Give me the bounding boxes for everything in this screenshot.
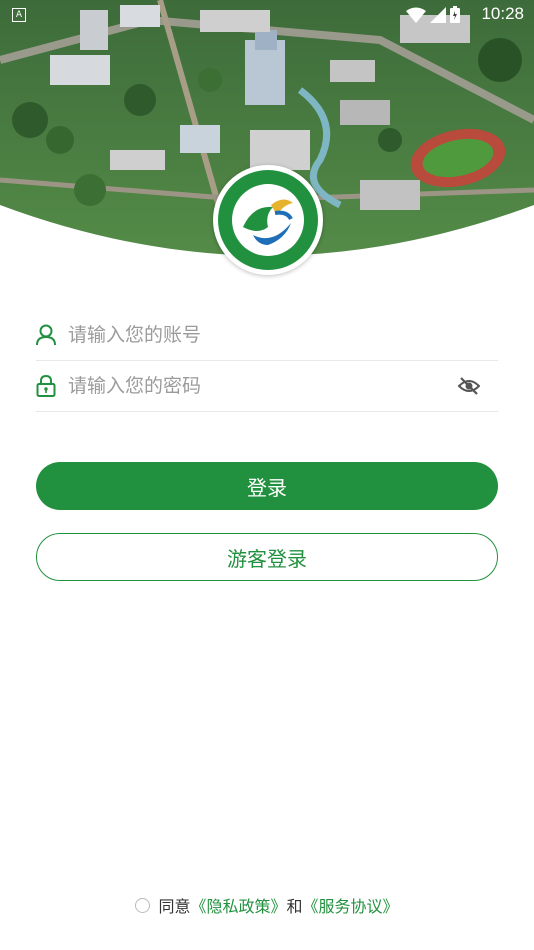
account-field bbox=[36, 310, 498, 361]
college-logo bbox=[213, 165, 323, 275]
agreement-row: 同意 《隐私政策》 和 《服务协议》 bbox=[0, 893, 534, 917]
battery-icon bbox=[450, 6, 460, 23]
login-form bbox=[36, 310, 498, 412]
guest-login-button[interactable]: 游客登录 bbox=[36, 533, 498, 581]
agree-and: 和 bbox=[286, 897, 303, 916]
status-icons bbox=[406, 6, 460, 23]
service-agreement-link[interactable]: 《服务协议》 bbox=[303, 893, 399, 917]
agree-prefix: 同意 bbox=[158, 897, 191, 916]
eye-off-icon[interactable] bbox=[458, 375, 480, 397]
status-bar: A 10:28 bbox=[0, 0, 534, 30]
password-input[interactable] bbox=[66, 374, 450, 398]
agree-radio[interactable] bbox=[135, 897, 151, 913]
status-time: 10:28 bbox=[481, 4, 524, 23]
signal-icon bbox=[430, 6, 446, 23]
lock-icon bbox=[36, 375, 56, 397]
password-field bbox=[36, 361, 498, 412]
wifi-icon bbox=[406, 7, 426, 23]
user-icon bbox=[36, 324, 56, 346]
app-badge-icon: A bbox=[12, 8, 26, 22]
login-button[interactable]: 登录 bbox=[36, 462, 498, 510]
account-input[interactable] bbox=[66, 323, 450, 347]
privacy-policy-link[interactable]: 《隐私政策》 bbox=[190, 893, 286, 917]
